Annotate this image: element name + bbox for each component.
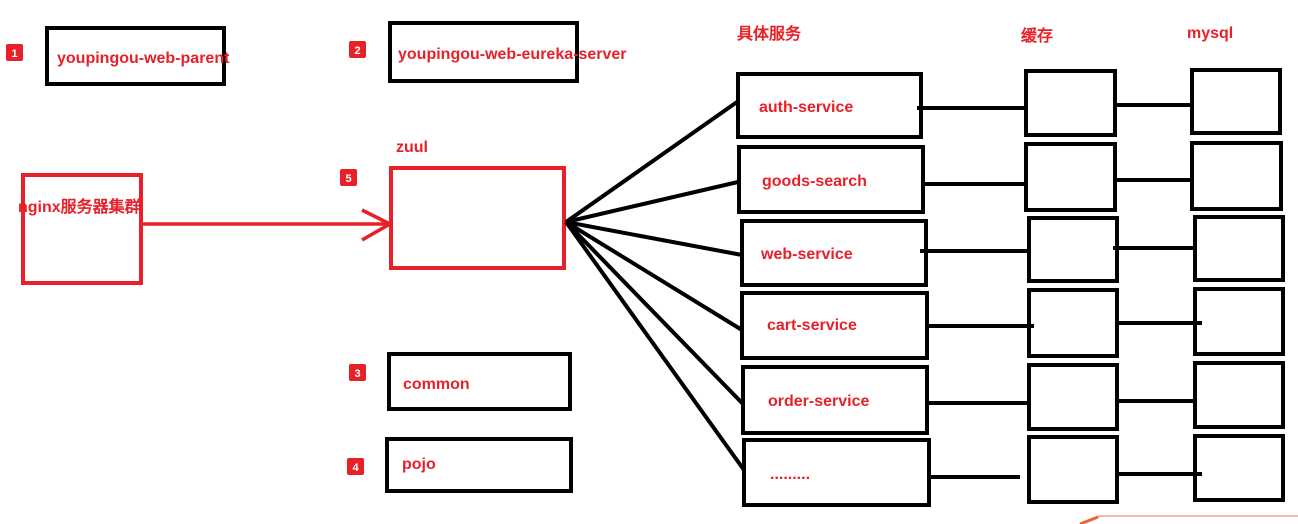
service-row: order-service	[741, 361, 1285, 435]
cache-box	[1027, 435, 1119, 504]
badge-4: 4	[347, 458, 364, 475]
fanout-line-more	[564, 220, 746, 472]
badge-1: 1	[6, 44, 23, 61]
service-label: order-service	[768, 393, 869, 410]
header-services: 具体服务	[737, 24, 802, 43]
badge-3: 3	[349, 364, 366, 381]
cache-box	[1027, 288, 1119, 358]
architecture-diagram: 1 2 5 3 4 youpingou-web-parent youpingou…	[0, 0, 1298, 524]
zuul-gateway	[389, 166, 566, 270]
module-parent-label: youpingou-web-parent	[57, 50, 230, 67]
badge-1-text: 1	[11, 48, 17, 60]
diagram-svg: 1 2 5 3 4 youpingou-web-parent youpingou…	[6, 21, 1298, 524]
badge-3-text: 3	[354, 368, 360, 380]
badge-2: 2	[349, 41, 366, 58]
module-eureka-label: youpingou-web-eureka-server	[398, 46, 627, 63]
db-box	[1190, 141, 1283, 211]
service-row: .........	[742, 434, 1285, 507]
badge-5: 5	[340, 169, 357, 186]
module-common: common	[387, 352, 572, 411]
nginx-cluster-label: nginx服务器集群	[18, 197, 141, 216]
service-label: cart-service	[767, 317, 857, 334]
badge-5-text: 5	[345, 173, 351, 185]
cache-box	[1024, 142, 1117, 212]
header-cache: 缓存	[1020, 26, 1053, 45]
zuul-fanout-lines	[564, 100, 746, 472]
service-row: web-service	[740, 215, 1285, 287]
service-label: .........	[770, 466, 810, 483]
nginx-cluster: nginx服务器集群	[18, 173, 143, 285]
cache-box	[1024, 69, 1117, 137]
module-common-label: common	[403, 376, 470, 393]
db-box	[1193, 434, 1285, 502]
module-eureka: youpingou-web-eureka-server	[388, 21, 627, 83]
cache-box	[1027, 216, 1119, 283]
service-row: goods-search	[737, 141, 1283, 214]
cache-box	[1027, 363, 1119, 431]
service-row: auth-service	[736, 68, 1282, 139]
module-parent: youpingou-web-parent	[45, 26, 230, 86]
db-box	[1193, 361, 1285, 429]
service-label: goods-search	[762, 173, 867, 190]
cropped-corner-mark	[1079, 515, 1298, 524]
nginx-to-zuul-arrow	[141, 208, 394, 242]
header-db: mysql	[1187, 25, 1233, 42]
badge-4-text: 4	[352, 462, 359, 474]
module-pojo-label: pojo	[402, 456, 436, 473]
service-label: auth-service	[759, 99, 853, 116]
db-box	[1193, 215, 1285, 282]
db-box	[1190, 68, 1282, 135]
service-row: cart-service	[740, 287, 1285, 360]
zuul-label: zuul	[396, 139, 428, 156]
db-box	[1193, 287, 1285, 356]
service-label: web-service	[760, 246, 853, 263]
module-pojo: pojo	[385, 437, 573, 493]
badge-2-text: 2	[354, 45, 360, 57]
